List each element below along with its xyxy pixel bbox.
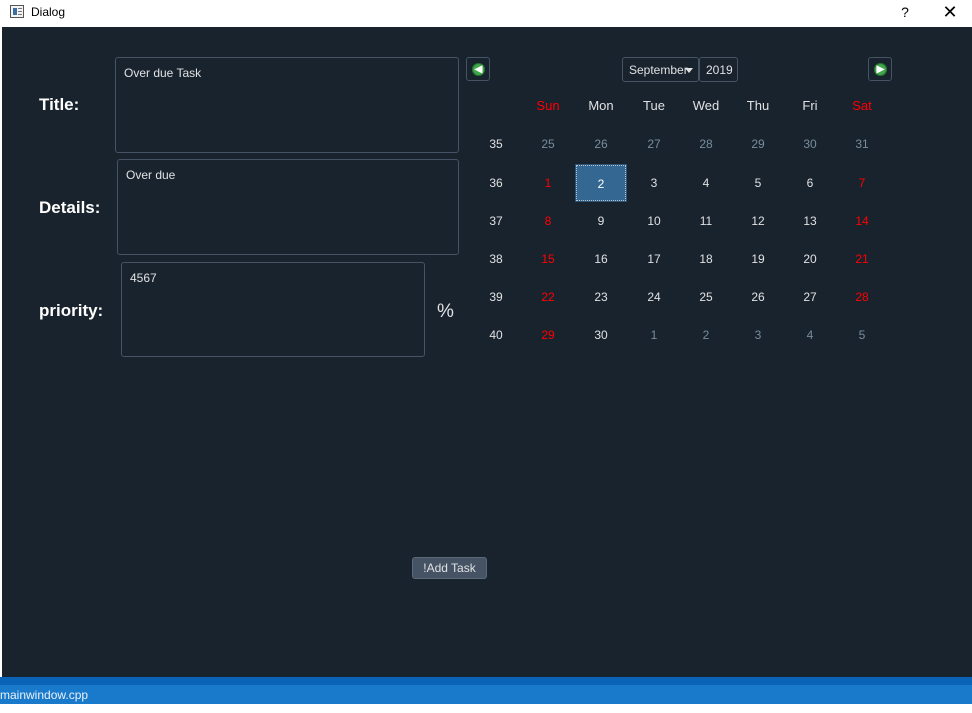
calendar-day[interactable]: 29: [732, 125, 784, 163]
priority-text-edit[interactable]: 4567: [121, 262, 425, 357]
calendar-day[interactable]: 24: [628, 278, 680, 316]
priority-label: priority:: [39, 301, 104, 320]
calendar-day[interactable]: 17: [628, 240, 680, 278]
calendar-day[interactable]: 29: [522, 316, 574, 354]
calendar-day[interactable]: 2: [680, 316, 732, 354]
arrow-right-icon: ▶: [874, 63, 887, 76]
month-dropdown[interactable]: September: [622, 57, 699, 82]
day-header-mon: Mon: [588, 98, 614, 113]
calendar-day[interactable]: 27: [628, 125, 680, 163]
percent-sign: %: [437, 301, 454, 322]
calendar-day[interactable]: 28: [836, 278, 888, 316]
calendar-day[interactable]: 5: [836, 316, 888, 354]
calendar-day[interactable]: 21: [836, 240, 888, 278]
title-text-edit[interactable]: Over due Task: [115, 57, 459, 153]
calendar-day[interactable]: 10: [628, 202, 680, 240]
dialog-body: Title: Over due Task Details: Over due p…: [2, 27, 972, 677]
calendar-day[interactable]: 25: [680, 278, 732, 316]
calendar-day[interactable]: 1: [522, 164, 574, 202]
week-number: 37: [489, 214, 503, 228]
calendar-day[interactable]: 4: [784, 316, 836, 354]
calendar-day[interactable]: 13: [784, 202, 836, 240]
calendar-day[interactable]: 11: [680, 202, 732, 240]
calendar-day[interactable]: 27: [784, 278, 836, 316]
calendar-day[interactable]: 7: [836, 164, 888, 202]
week-number: 35: [489, 137, 503, 151]
calendar-day[interactable]: 5: [732, 164, 784, 202]
week-number: 36: [489, 176, 503, 190]
week-number: 39: [489, 290, 503, 304]
calendar-day[interactable]: 26: [732, 278, 784, 316]
taskbar-item-mainwindow[interactable]: mainwindow.cpp: [0, 688, 88, 702]
calendar-day[interactable]: 14: [836, 202, 888, 240]
week-number: 38: [489, 252, 503, 266]
calendar-day[interactable]: 20: [784, 240, 836, 278]
taskbar: mainwindow.cpp: [0, 677, 972, 713]
day-header-fri: Fri: [802, 98, 818, 113]
calendar-day[interactable]: 12: [732, 202, 784, 240]
calendar-day-selected[interactable]: 2: [575, 164, 627, 202]
add-task-button[interactable]: !Add Task: [412, 557, 487, 579]
calendar-day[interactable]: 26: [575, 125, 627, 163]
calendar-day[interactable]: 8: [522, 202, 574, 240]
next-month-button[interactable]: ▶: [868, 57, 892, 81]
year-spinbox[interactable]: 2019: [699, 57, 738, 82]
calendar-day[interactable]: 31: [836, 125, 888, 163]
calendar-day[interactable]: 9: [575, 202, 627, 240]
calendar-day[interactable]: 30: [784, 125, 836, 163]
close-button[interactable]: ✕: [936, 2, 964, 24]
week-number: 40: [489, 328, 503, 342]
taskbar-strip: [0, 677, 972, 685]
calendar-day[interactable]: 3: [732, 316, 784, 354]
window-title-bar: Dialog ? ✕: [0, 0, 972, 27]
calendar-day[interactable]: 19: [732, 240, 784, 278]
arrow-left-icon: ◀: [472, 63, 485, 76]
chevron-down-icon: [685, 68, 693, 73]
details-label: Details:: [39, 198, 101, 217]
help-button[interactable]: ?: [892, 2, 918, 24]
calendar-day[interactable]: 1: [628, 316, 680, 354]
day-header-sun: Sun: [536, 98, 560, 113]
calendar-day[interactable]: 18: [680, 240, 732, 278]
day-header-wed: Wed: [692, 98, 720, 113]
app-window-icon: [10, 5, 24, 18]
day-header-tue: Tue: [643, 98, 665, 113]
calendar-day[interactable]: 28: [680, 125, 732, 163]
title-label: Title:: [39, 95, 80, 114]
calendar-day[interactable]: 3: [628, 164, 680, 202]
calendar-day[interactable]: 16: [575, 240, 627, 278]
calendar-day[interactable]: 22: [522, 278, 574, 316]
details-text-edit[interactable]: Over due: [117, 159, 459, 255]
calendar-day[interactable]: 23: [575, 278, 627, 316]
calendar-day[interactable]: 6: [784, 164, 836, 202]
taskbar-bottom-edge: [0, 704, 972, 713]
day-header-sat: Sat: [852, 98, 872, 113]
calendar-day[interactable]: 25: [522, 125, 574, 163]
calendar-day[interactable]: 15: [522, 240, 574, 278]
prev-month-button[interactable]: ◀: [466, 57, 490, 81]
day-header-thu: Thu: [746, 98, 770, 113]
window-title: Dialog: [31, 5, 66, 19]
month-value: September: [629, 63, 688, 77]
calendar-day[interactable]: 4: [680, 164, 732, 202]
calendar-day[interactable]: 30: [575, 316, 627, 354]
